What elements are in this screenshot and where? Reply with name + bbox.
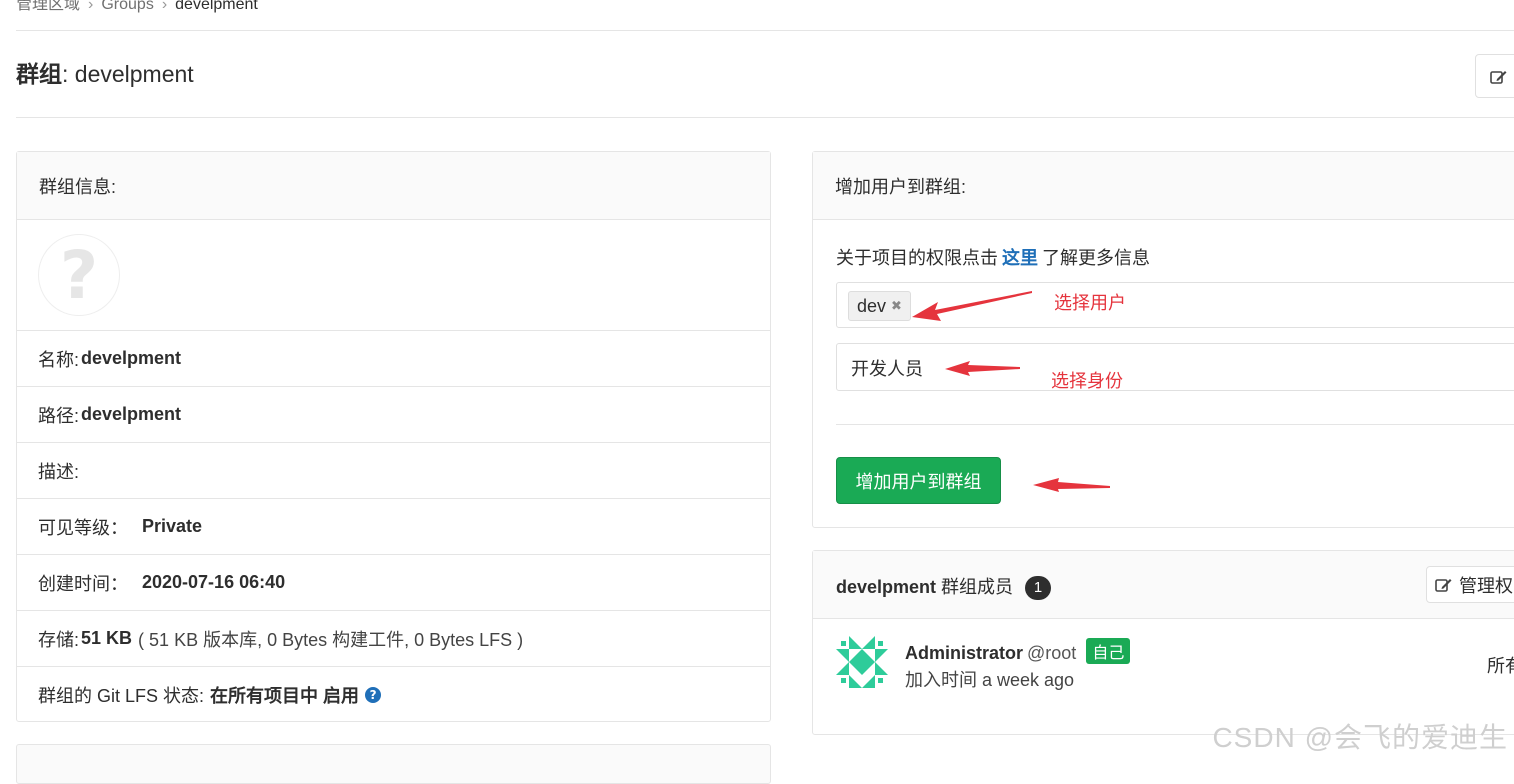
annotation-arrow-role bbox=[945, 361, 1020, 376]
annotation-arrows bbox=[912, 291, 1110, 492]
annotation-arrow-submit bbox=[1033, 478, 1110, 492]
watermark: CSDN @会飞的爱迪生 bbox=[1212, 722, 1508, 753]
annotation-select-role: 选择身份 bbox=[1051, 371, 1123, 391]
annotation-select-user: 选择用户 bbox=[1054, 293, 1126, 313]
annotation-arrow-user bbox=[912, 291, 1032, 321]
